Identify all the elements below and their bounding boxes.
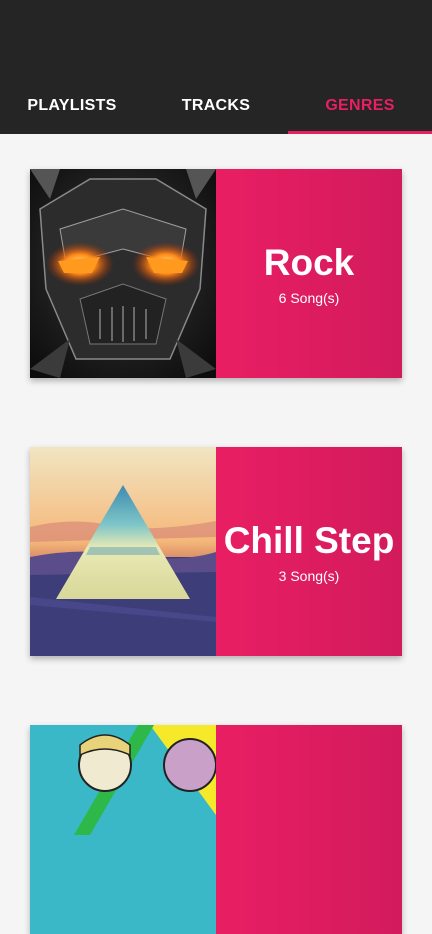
genre-song-count: 3 Song(s) — [278, 567, 340, 584]
genre-title: Rock — [263, 241, 355, 283]
triangle-landscape-artwork — [30, 447, 216, 656]
genre-info — [216, 725, 402, 934]
tab-playlists[interactable]: PLAYLISTS — [0, 88, 144, 134]
genre-info: Rock 6 Song(s) — [216, 169, 402, 378]
genre-title: Chill Step — [223, 519, 395, 561]
genre-card-chill-step[interactable]: Chill Step 3 Song(s) — [30, 447, 402, 656]
tab-genres[interactable]: GENRES — [288, 88, 432, 134]
audio-waveform-icon — [187, 26, 246, 72]
tab-bar: PLAYLISTS TRACKS GENRES — [0, 88, 432, 134]
genre-info: Chill Step 3 Song(s) — [216, 447, 402, 656]
genre-card-rock[interactable]: Rock 6 Song(s) — [30, 169, 402, 378]
pop-art-portrait-artwork — [30, 725, 216, 934]
genre-card-third[interactable] — [30, 725, 402, 934]
robot-warrior-artwork — [30, 169, 216, 378]
tab-tracks[interactable]: TRACKS — [144, 88, 288, 134]
app-header: PLAYLISTS TRACKS GENRES — [0, 0, 432, 134]
genre-song-count: 6 Song(s) — [278, 289, 340, 306]
